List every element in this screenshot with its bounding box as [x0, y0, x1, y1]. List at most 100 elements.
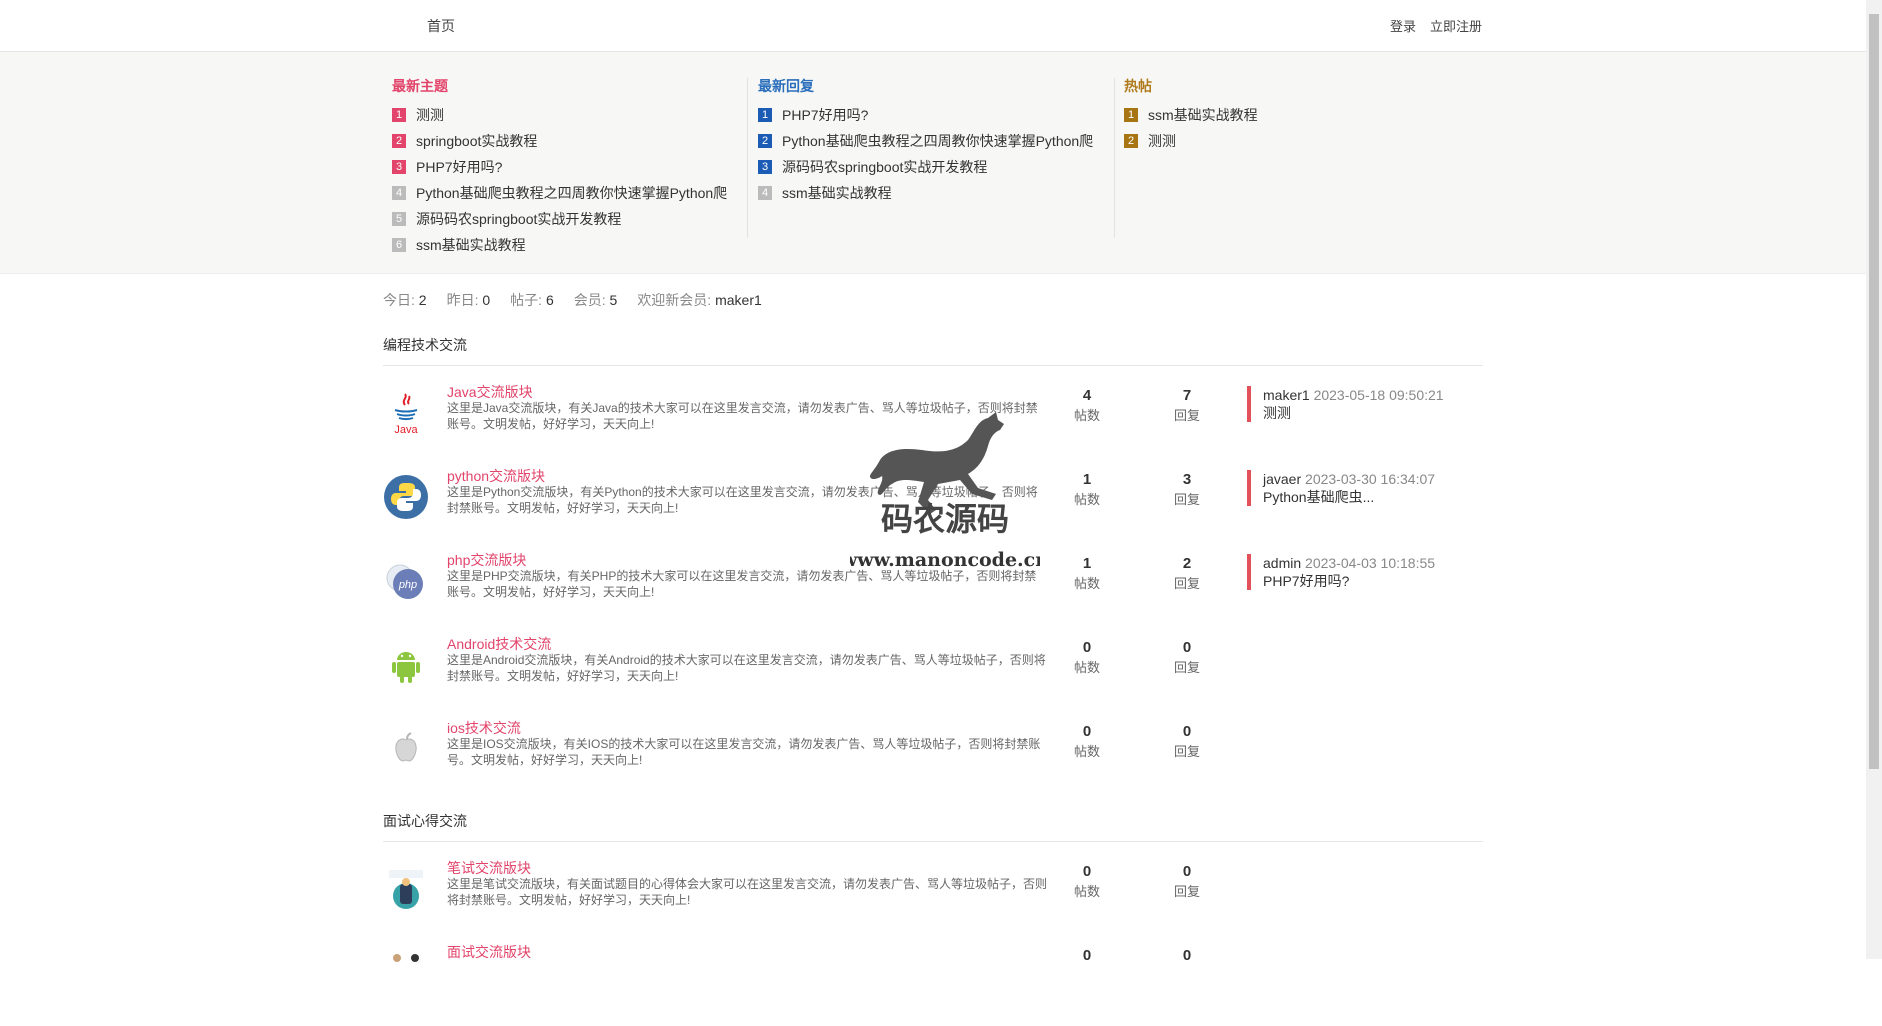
forum-reply-count: 0 回复	[1157, 722, 1217, 762]
post-count-value: 4	[1082, 387, 1092, 404]
last-post-title[interactable]: 测测	[1263, 404, 1444, 422]
latest-topic-item[interactable]: 3 PHP7好用吗?	[392, 154, 742, 180]
topic-link[interactable]: ssm基础实战教程	[1148, 102, 1258, 128]
latest-topic-item[interactable]: 2 springboot实战教程	[392, 128, 742, 154]
stat-welcome-label: 欢迎新会员:	[637, 292, 712, 308]
post-count-value: 0	[1082, 723, 1092, 740]
java-icon[interactable]: Java	[383, 390, 429, 436]
nav-home-link[interactable]: 首页	[427, 16, 455, 36]
rank-badge: 5	[392, 212, 406, 226]
topic-link[interactable]: springboot实战教程	[416, 128, 537, 154]
last-post-time: 2023-04-03 10:18:55	[1305, 555, 1436, 571]
top-navbar: 首页 登录 立即注册	[0, 0, 1866, 52]
topic-link[interactable]: 源码码农springboot实战开发教程	[416, 206, 621, 232]
latest-reply-item[interactable]: 3 源码码农springboot实战开发教程	[758, 154, 1108, 180]
topic-link[interactable]: Python基础爬虫教程之四周教你快速掌握Python爬	[416, 180, 727, 206]
rank-badge: 1	[392, 108, 406, 122]
post-count-value: 0	[1082, 639, 1092, 656]
stat-posts: 帖子: 6	[510, 290, 554, 310]
hot-post-item[interactable]: 1 ssm基础实战教程	[1124, 102, 1474, 128]
rank-badge: 6	[392, 238, 406, 252]
forum-name-link[interactable]: ios技术交流	[447, 718, 521, 738]
stat-today: 今日: 2	[383, 290, 427, 310]
stat-members-label: 会员:	[573, 292, 606, 308]
watermark-url: www.manoncode.cn	[850, 549, 1040, 571]
post-count-value: 1	[1082, 555, 1092, 572]
forum-post-count: 1 帖数	[1057, 554, 1117, 594]
watermark-logo: 码农源码 www.manoncode.cn	[850, 412, 1040, 571]
android-icon[interactable]	[383, 642, 429, 688]
forum-post-count: 0	[1057, 946, 1117, 966]
forum-row: ios技术交流 这里是IOS交流版块，有关IOS的技术大家可以在这里发言交流，请…	[383, 718, 1483, 802]
forum-reply-count: 0	[1157, 946, 1217, 966]
last-post-time: 2023-05-18 09:50:21	[1313, 387, 1444, 403]
post-count-value: 1	[1082, 471, 1092, 488]
login-link[interactable]: 登录	[1390, 16, 1416, 35]
hot-post-item[interactable]: 2 测测	[1124, 128, 1474, 154]
latest-reply-item[interactable]: 2 Python基础爬虫教程之四周教你快速掌握Python爬	[758, 128, 1108, 154]
forum-stats: 今日: 2 昨日: 0 帖子: 6 会员: 5 欢迎新会员: maker1	[383, 290, 762, 310]
stat-new-member: 欢迎新会员: maker1	[637, 290, 761, 310]
forum-name-link[interactable]: 笔试交流版块	[447, 858, 531, 878]
last-post: javaer 2023-03-30 16:34:07 Python基础爬虫...	[1247, 470, 1435, 506]
post-count-value: 0	[1082, 863, 1092, 880]
topic-link[interactable]: Python基础爬虫教程之四周教你快速掌握Python爬	[782, 128, 1093, 154]
last-post-user[interactable]: javaer	[1263, 471, 1301, 487]
reply-count-label: 回复	[1173, 408, 1200, 423]
stat-yesterday: 昨日: 0	[447, 290, 491, 310]
topic-link[interactable]: ssm基础实战教程	[782, 180, 892, 206]
new-member-link[interactable]: maker1	[715, 292, 762, 308]
section-title: 面试心得交流	[383, 811, 1483, 842]
latest-topic-item[interactable]: 4 Python基础爬虫教程之四周教你快速掌握Python爬	[392, 180, 742, 206]
column-divider	[1114, 78, 1115, 238]
last-post: maker1 2023-05-18 09:50:21 测测	[1247, 386, 1444, 422]
forum-name-link[interactable]: Android技术交流	[447, 634, 551, 654]
post-count-label: 帖数	[1073, 408, 1100, 423]
latest-reply-item[interactable]: 4 ssm基础实战教程	[758, 180, 1108, 206]
apple-icon[interactable]	[383, 726, 429, 772]
topic-link[interactable]: ssm基础实战教程	[416, 232, 526, 258]
latest-replies-title: 最新回复	[758, 78, 814, 94]
topic-link[interactable]: 测测	[1148, 128, 1176, 154]
forum-reply-count: 2 回复	[1157, 554, 1217, 594]
forum-reply-count: 0 回复	[1157, 862, 1217, 902]
latest-topics-title: 最新主题	[392, 78, 448, 94]
register-link[interactable]: 立即注册	[1430, 16, 1482, 35]
post-count-label: 帖数	[1073, 744, 1100, 759]
forum-name-link[interactable]: Java交流版块	[447, 382, 533, 402]
rank-badge: 4	[758, 186, 772, 200]
topic-link[interactable]: 测测	[416, 102, 444, 128]
stat-today-label: 今日:	[383, 292, 415, 308]
latest-topics-column: 最新主题 1 测测 2 springboot实战教程 3 PHP7好用吗? 4 Pyth…	[392, 76, 742, 258]
stat-today-value: 2	[418, 292, 427, 308]
forum-name-link[interactable]: 面试交流版块	[447, 942, 531, 962]
forum-post-count: 0 帖数	[1057, 722, 1117, 762]
latest-topic-item[interactable]: 6 ssm基础实战教程	[392, 232, 742, 258]
php-icon[interactable]: php	[383, 558, 429, 604]
scrollbar-thumb[interactable]	[1869, 14, 1879, 769]
forum-name-link[interactable]: php交流版块	[447, 550, 526, 570]
latest-reply-item[interactable]: 1 PHP7好用吗?	[758, 102, 1108, 128]
svg-text:php: php	[398, 579, 417, 591]
page-scrollbar[interactable]	[1866, 0, 1882, 959]
last-post-user[interactable]: maker1	[1263, 387, 1310, 403]
latest-topic-item[interactable]: 5 源码码农springboot实战开发教程	[392, 206, 742, 232]
written-test-icon[interactable]	[383, 866, 429, 912]
last-post-title[interactable]: Python基础爬虫...	[1263, 488, 1435, 506]
python-icon[interactable]	[383, 474, 429, 520]
last-post-title[interactable]: PHP7好用吗?	[1263, 572, 1435, 590]
latest-topic-item[interactable]: 1 测测	[392, 102, 742, 128]
forum-post-count: 4 帖数	[1057, 386, 1117, 426]
forum-description: 这里是笔试交流版块，有关面试题目的心得体会大家可以在这里发言交流，请勿发表广告、…	[447, 877, 1048, 907]
last-post-user[interactable]: admin	[1263, 555, 1301, 571]
topic-link[interactable]: PHP7好用吗?	[782, 102, 868, 128]
post-count-label: 帖数	[1073, 884, 1100, 899]
rank-badge: 4	[392, 186, 406, 200]
forum-post-count: 1 帖数	[1057, 470, 1117, 510]
rank-badge: 2	[758, 134, 772, 148]
forum-name-link[interactable]: python交流版块	[447, 466, 545, 486]
interview-icon[interactable]	[383, 950, 429, 996]
topic-link[interactable]: 源码码农springboot实战开发教程	[782, 154, 987, 180]
topic-link[interactable]: PHP7好用吗?	[416, 154, 502, 180]
reply-count-value: 0	[1182, 723, 1192, 740]
